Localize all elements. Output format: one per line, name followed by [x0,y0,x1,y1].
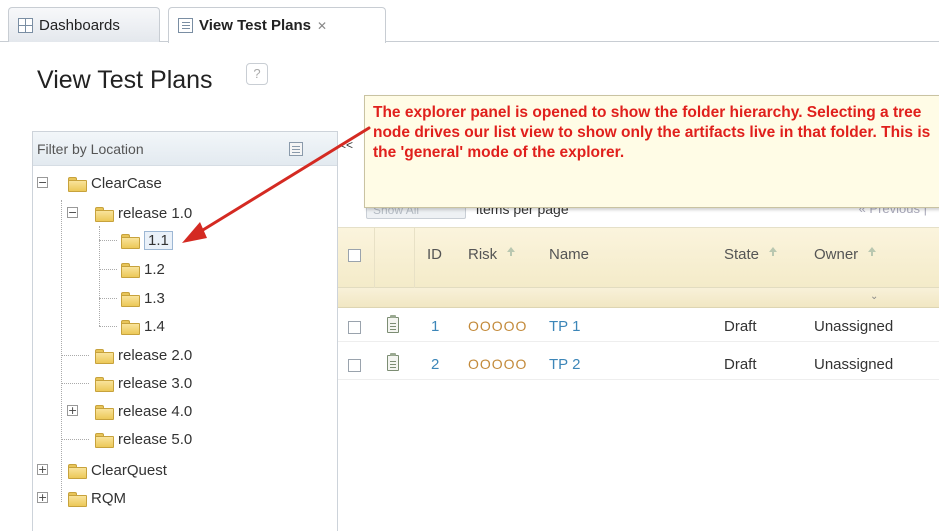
test-plan-icon [387,353,399,371]
sort-icon[interactable] [505,247,517,257]
tree-node-label: RQM [91,489,126,507]
folder-icon [68,491,87,507]
expand-toggle-clearquest[interactable]: + [37,464,48,475]
collapse-toggle-release-1-0[interactable]: − [67,207,78,218]
table-header: ID Risk Name State Owner [338,228,939,288]
column-header-name[interactable]: Name [549,246,589,263]
cell-name[interactable]: TP 2 [549,356,580,373]
close-tab-icon[interactable]: ✕ [317,19,327,33]
tree-node-release-1-0[interactable]: release 1.0 [95,202,192,224]
tree-connector [61,439,89,440]
row-checkbox[interactable] [348,321,361,334]
tab-label: View Test Plans [199,17,311,34]
test-plan-icon [387,315,399,333]
folder-icon [95,206,114,222]
tree-node-release-2-0[interactable]: release 2.0 [95,344,192,366]
cell-id[interactable]: 2 [431,356,439,373]
annotation-callout: The explorer panel is opened to show the… [364,95,939,208]
tree-node-label: release 3.0 [118,374,193,392]
folder-icon [95,348,114,364]
tree-connector [61,355,89,356]
cell-state: Draft [724,318,757,335]
folder-icon [95,404,114,420]
column-header-label: Risk [468,246,498,263]
tree-node-label: release 4.0 [118,402,193,420]
tree-node-label: release 1.0 [118,204,193,222]
cell-id[interactable]: 1 [431,318,439,335]
tree-node-label: 1.2 [144,260,165,278]
sort-icon[interactable] [866,247,878,257]
folder-icon [121,262,140,278]
cell-owner: Unassigned [814,318,894,335]
tree-connector [99,298,117,299]
column-header-state[interactable]: State [724,246,779,263]
tree-node-label: release 5.0 [118,430,193,448]
folder-icon [121,291,140,307]
tab-bar: Dashboards View Test Plans ✕ [0,0,939,43]
tree-node-1-4[interactable]: 1.4 [121,315,165,337]
tree-connector [99,240,117,241]
tree-connector [61,383,89,384]
filter-row: ⌄ [338,288,939,308]
list-view-icon [178,18,193,33]
tree-node-label: release 2.0 [118,346,193,364]
expand-toggle-rqm[interactable]: + [37,492,48,503]
cell-name[interactable]: TP 1 [549,318,580,335]
folder-icon [121,233,140,249]
folder-icon [95,432,114,448]
column-separator [414,228,415,288]
collapse-toggle-clearcase[interactable]: − [37,177,48,188]
column-header-label: State [724,246,760,263]
tree-node-clearcase[interactable]: ClearCase [68,172,162,194]
table-row[interactable]: 2 OOOOO TP 2 Draft Unassigned [338,350,939,380]
folder-icon [95,376,114,392]
tree-node-label-selected: 1.1 [144,230,173,250]
dashboard-grid-icon [18,17,33,33]
tree-node-1-2[interactable]: 1.2 [121,258,165,280]
panel-header-label: Filter by Location [37,141,144,157]
panel-menu-icon[interactable] [289,142,303,156]
folder-icon [68,463,87,479]
column-header-id[interactable]: ID [427,246,442,263]
column-header-risk[interactable]: Risk [468,246,517,263]
cell-risk: OOOOO [468,356,528,372]
expand-toggle-release-4-0[interactable]: + [67,405,78,416]
tree-node-release-4-0[interactable]: release 4.0 [95,400,192,422]
tab-label: Dashboards [39,16,120,34]
cell-state: Draft [724,356,757,373]
column-separator [374,228,375,288]
tree-node-label: 1.4 [144,317,165,335]
tree-connector [99,326,117,327]
tree-connector [61,200,62,502]
cell-risk: OOOOO [468,318,528,334]
tree-node-release-3-0[interactable]: release 3.0 [95,372,192,394]
page-title: View Test Plans [37,66,213,94]
tree-node-1-3[interactable]: 1.3 [121,287,165,309]
collapse-panel-button[interactable]: << [339,138,353,152]
cell-owner: Unassigned [814,356,894,373]
table-row[interactable]: 1 OOOOO TP 1 Draft Unassigned [338,312,939,342]
folder-icon [68,176,87,192]
tab-view-test-plans[interactable]: View Test Plans ✕ [168,7,386,43]
tree-connector [99,269,117,270]
tree-connector [99,226,100,326]
help-icon[interactable]: ? [246,63,268,85]
sort-icon[interactable] [767,247,779,257]
tree-node-rqm[interactable]: RQM [68,487,126,509]
tab-dashboards[interactable]: Dashboards [8,7,160,42]
test-plan-table: ID Risk Name State Owner ⌄ 1 OOOOO TP 1 … [338,227,939,531]
row-checkbox[interactable] [348,359,361,372]
select-all-checkbox[interactable] [348,249,361,262]
column-header-owner[interactable]: Owner [814,246,878,263]
tree-node-label: 1.3 [144,289,165,307]
folder-icon [121,319,140,335]
tree-node-label: ClearQuest [91,461,167,479]
tree-node-label: ClearCase [91,174,162,192]
panel-header: Filter by Location [33,132,337,166]
tree-node-clearquest[interactable]: ClearQuest [68,459,167,481]
tree-node-1-1[interactable]: 1.1 [121,229,173,251]
chevron-down-icon[interactable]: ⌄ [870,291,878,302]
tree-node-release-5-0[interactable]: release 5.0 [95,428,192,450]
column-header-label: Owner [814,246,859,263]
